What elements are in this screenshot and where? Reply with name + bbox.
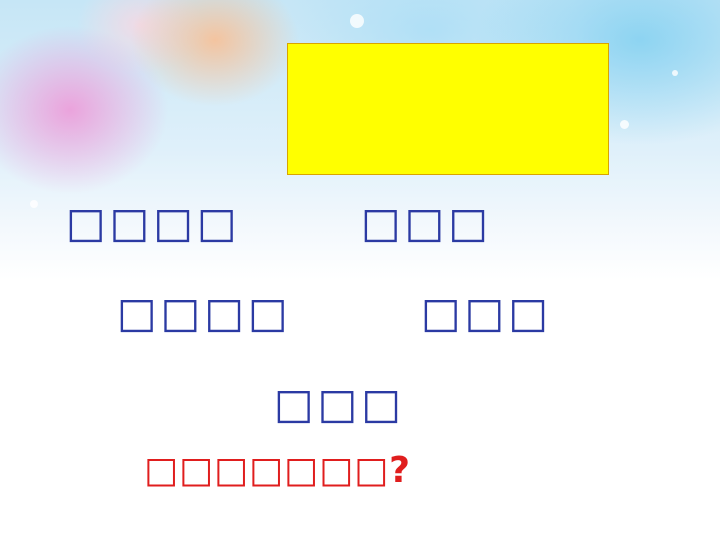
sparkle-decoration <box>620 120 629 129</box>
text-line1-right: □□□ <box>361 198 493 247</box>
text-line2-left: □□□□ <box>117 288 292 337</box>
text-line2-right: □□□ <box>421 288 553 337</box>
sparkle-decoration <box>350 14 364 28</box>
sparkle-decoration <box>672 70 678 76</box>
yellow-title-box <box>287 43 609 175</box>
text-line3: □□□ <box>274 379 406 428</box>
text-line1-left: □□□□ <box>66 198 241 247</box>
sparkle-decoration <box>30 200 38 208</box>
question-text: □□□□□□□? <box>144 450 411 491</box>
